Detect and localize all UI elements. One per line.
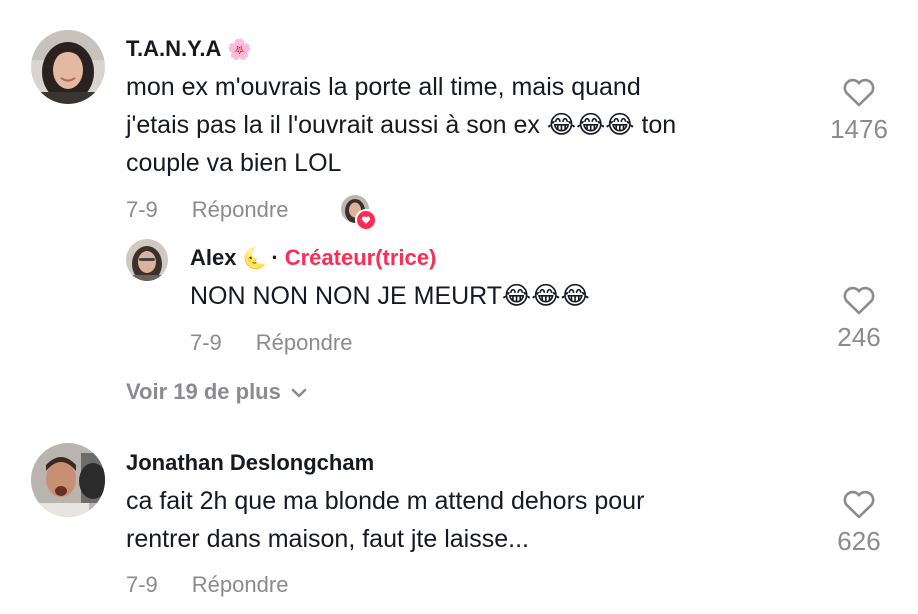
heart-badge-icon xyxy=(355,209,377,231)
like-count: 1476 xyxy=(830,114,888,144)
comments-panel: T.A.N.Y.A 🌸 mon ex m'ouvrais la porte all… xyxy=(0,0,918,614)
view-more-replies-button[interactable]: Voir 19 de plus xyxy=(126,379,307,405)
comment-line: couple va bien LOL xyxy=(126,149,342,177)
username-text: T.A.N.Y.A xyxy=(126,36,222,61)
like-button[interactable]: 1476 xyxy=(819,78,899,144)
comment-line: ca fait 2h que ma blonde m attend dehors… xyxy=(126,487,645,515)
heart-outline-icon xyxy=(843,490,875,519)
comment-line: j'etais pas la il l'ouvrait aussi à son … xyxy=(126,111,677,139)
like-button[interactable]: 246 xyxy=(819,286,899,352)
comment-meta: 7-9 Répondre xyxy=(126,197,288,223)
comment-text: ca fait 2h que ma blonde m attend dehors… xyxy=(126,482,644,558)
reply-meta: 7-9 Répondre xyxy=(190,330,352,356)
comment-username[interactable]: Jonathan Deslongcham xyxy=(126,450,374,476)
comment-line: NON NON NON JE MEURT😂😂😂 xyxy=(190,282,590,310)
chevron-down-icon xyxy=(291,388,307,398)
reply-username[interactable]: Alex 🌜 · Créateur(trice) xyxy=(190,245,436,272)
like-count: 626 xyxy=(837,526,881,556)
like-button[interactable]: 626 xyxy=(819,490,899,556)
flower-emoji: 🌸 xyxy=(227,39,253,61)
view-more-label: Voir 19 de plus xyxy=(126,379,281,404)
reply-text: NON NON NON JE MEURT😂😂😂 xyxy=(190,277,590,315)
reply-button[interactable]: Répondre xyxy=(256,330,353,355)
reply-avatar[interactable] xyxy=(126,239,168,281)
heart-outline-icon xyxy=(843,286,875,315)
comment-date: 7-9 xyxy=(126,197,158,222)
comment-date: 7-9 xyxy=(126,572,158,597)
creator-label: Créateur(trice) xyxy=(284,245,437,270)
comment-username[interactable]: T.A.N.Y.A 🌸 xyxy=(126,36,252,63)
comment-text: mon ex m'ouvrais la porte all time, mais… xyxy=(126,68,676,182)
comment-meta: 7-9 Répondre xyxy=(126,572,288,598)
comment-line: rentrer dans maison, faut jte laisse... xyxy=(126,525,529,553)
separator-dot: · xyxy=(271,245,279,270)
like-count: 246 xyxy=(837,322,881,352)
reply-date: 7-9 xyxy=(190,330,222,355)
heart-outline-icon xyxy=(843,78,875,107)
avatar[interactable] xyxy=(31,443,105,517)
moon-emoji: 🌜 xyxy=(242,248,268,270)
reply-button[interactable]: Répondre xyxy=(192,572,289,597)
creator-liked-indicator xyxy=(341,195,377,231)
comment-line: mon ex m'ouvrais la porte all time, mais… xyxy=(126,73,641,101)
username-text: Alex xyxy=(190,245,237,270)
reply-button[interactable]: Répondre xyxy=(192,197,289,222)
username-text: Jonathan Deslongcham xyxy=(126,450,375,475)
avatar[interactable] xyxy=(31,30,105,104)
